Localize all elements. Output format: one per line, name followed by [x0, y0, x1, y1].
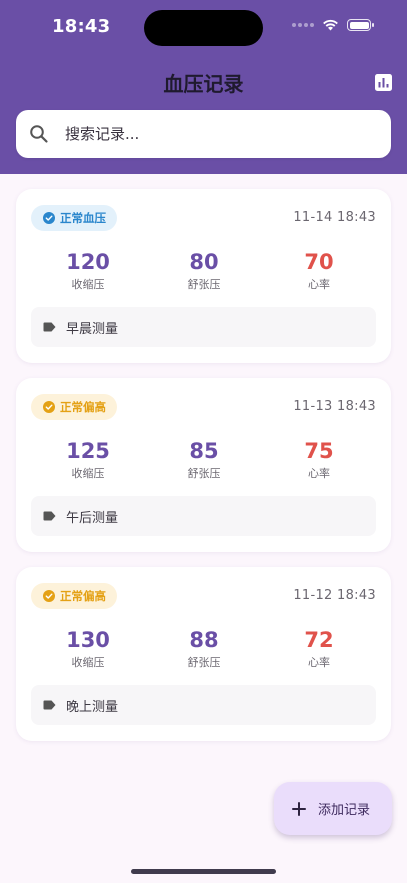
record-note: 午后测量	[31, 496, 376, 536]
record-card[interactable]: 正常偏高 11-12 18:43 130 收缩压 88 舒张压 72 心率 晚上…	[16, 567, 391, 741]
check-circle-icon	[43, 401, 55, 413]
heart-rate-metric: 70 心率	[279, 249, 359, 292]
diastolic-metric: 85 舒张压	[164, 438, 244, 481]
signal-icon	[292, 23, 314, 27]
heart-rate-label: 心率	[308, 467, 330, 480]
systolic-label: 收缩压	[71, 278, 105, 291]
stats-button[interactable]	[373, 72, 393, 92]
note-text: 晚上测量	[66, 699, 119, 715]
app-header: 18:43 血压记录	[0, 0, 407, 174]
search-bar[interactable]	[16, 110, 391, 158]
check-circle-icon	[43, 590, 55, 602]
diastolic-label: 舒张压	[187, 467, 221, 480]
heart-rate-label: 心率	[308, 656, 330, 669]
status-badge: 正常血压	[31, 205, 117, 231]
heart-rate-label: 心率	[308, 278, 330, 291]
status-icons	[292, 19, 374, 31]
diastolic-label: 舒张压	[187, 656, 221, 669]
check-circle-icon	[43, 212, 55, 224]
label-tag-icon	[43, 700, 56, 710]
diastolic-value: 88	[189, 628, 219, 652]
search-icon	[30, 125, 48, 143]
record-datetime: 11-13 18:43	[293, 399, 376, 414]
add-record-button[interactable]: 添加记录	[274, 782, 392, 835]
diastolic-value: 80	[189, 250, 219, 274]
wifi-icon	[323, 19, 338, 31]
note-text: 早晨测量	[66, 321, 119, 337]
systolic-metric: 130 收缩压	[48, 627, 128, 670]
battery-icon	[347, 19, 374, 31]
systolic-value: 130	[66, 628, 110, 652]
record-datetime: 11-14 18:43	[293, 210, 376, 225]
label-tag-icon	[43, 322, 56, 332]
heart-rate-value: 72	[304, 628, 334, 652]
diastolic-value: 85	[189, 439, 219, 463]
add-record-label: 添加记录	[318, 803, 371, 818]
record-card[interactable]: 正常血压 11-14 18:43 120 收缩压 80 舒张压 70 心率 早晨…	[16, 189, 391, 363]
status-label: 正常偏高	[60, 589, 106, 603]
heart-rate-value: 75	[304, 439, 334, 463]
record-card[interactable]: 正常偏高 11-13 18:43 125 收缩压 85 舒张压 75 心率 午后…	[16, 378, 391, 552]
systolic-label: 收缩压	[71, 467, 105, 480]
note-text: 午后测量	[66, 510, 119, 526]
home-indicator[interactable]	[131, 869, 276, 874]
heart-rate-value: 70	[304, 250, 334, 274]
systolic-metric: 120 收缩压	[48, 249, 128, 292]
diastolic-metric: 88 舒张压	[164, 627, 244, 670]
plus-icon	[292, 801, 306, 816]
diastolic-metric: 80 舒张压	[164, 249, 244, 292]
systolic-label: 收缩压	[71, 656, 105, 669]
heart-rate-metric: 72 心率	[279, 627, 359, 670]
search-input[interactable]	[63, 124, 357, 144]
systolic-metric: 125 收缩压	[48, 438, 128, 481]
bar-chart-icon	[374, 73, 392, 91]
record-note: 晚上测量	[31, 685, 376, 725]
page-title: 血压记录	[163, 72, 244, 96]
record-datetime: 11-12 18:43	[293, 588, 376, 603]
status-badge: 正常偏高	[31, 394, 117, 420]
status-label: 正常血压	[60, 211, 106, 225]
app-screen: 18:43 血压记录 搜索记录... 正常血压 11-14 18:43 120 …	[0, 0, 407, 883]
record-note: 早晨测量	[31, 307, 376, 347]
systolic-value: 125	[66, 439, 110, 463]
status-time: 18:43	[52, 16, 111, 37]
systolic-value: 120	[66, 250, 110, 274]
label-tag-icon	[43, 511, 56, 521]
heart-rate-metric: 75 心率	[279, 438, 359, 481]
status-label: 正常偏高	[60, 400, 106, 414]
diastolic-label: 舒张压	[187, 278, 221, 291]
dynamic-island	[144, 10, 263, 46]
status-badge: 正常偏高	[31, 583, 117, 609]
